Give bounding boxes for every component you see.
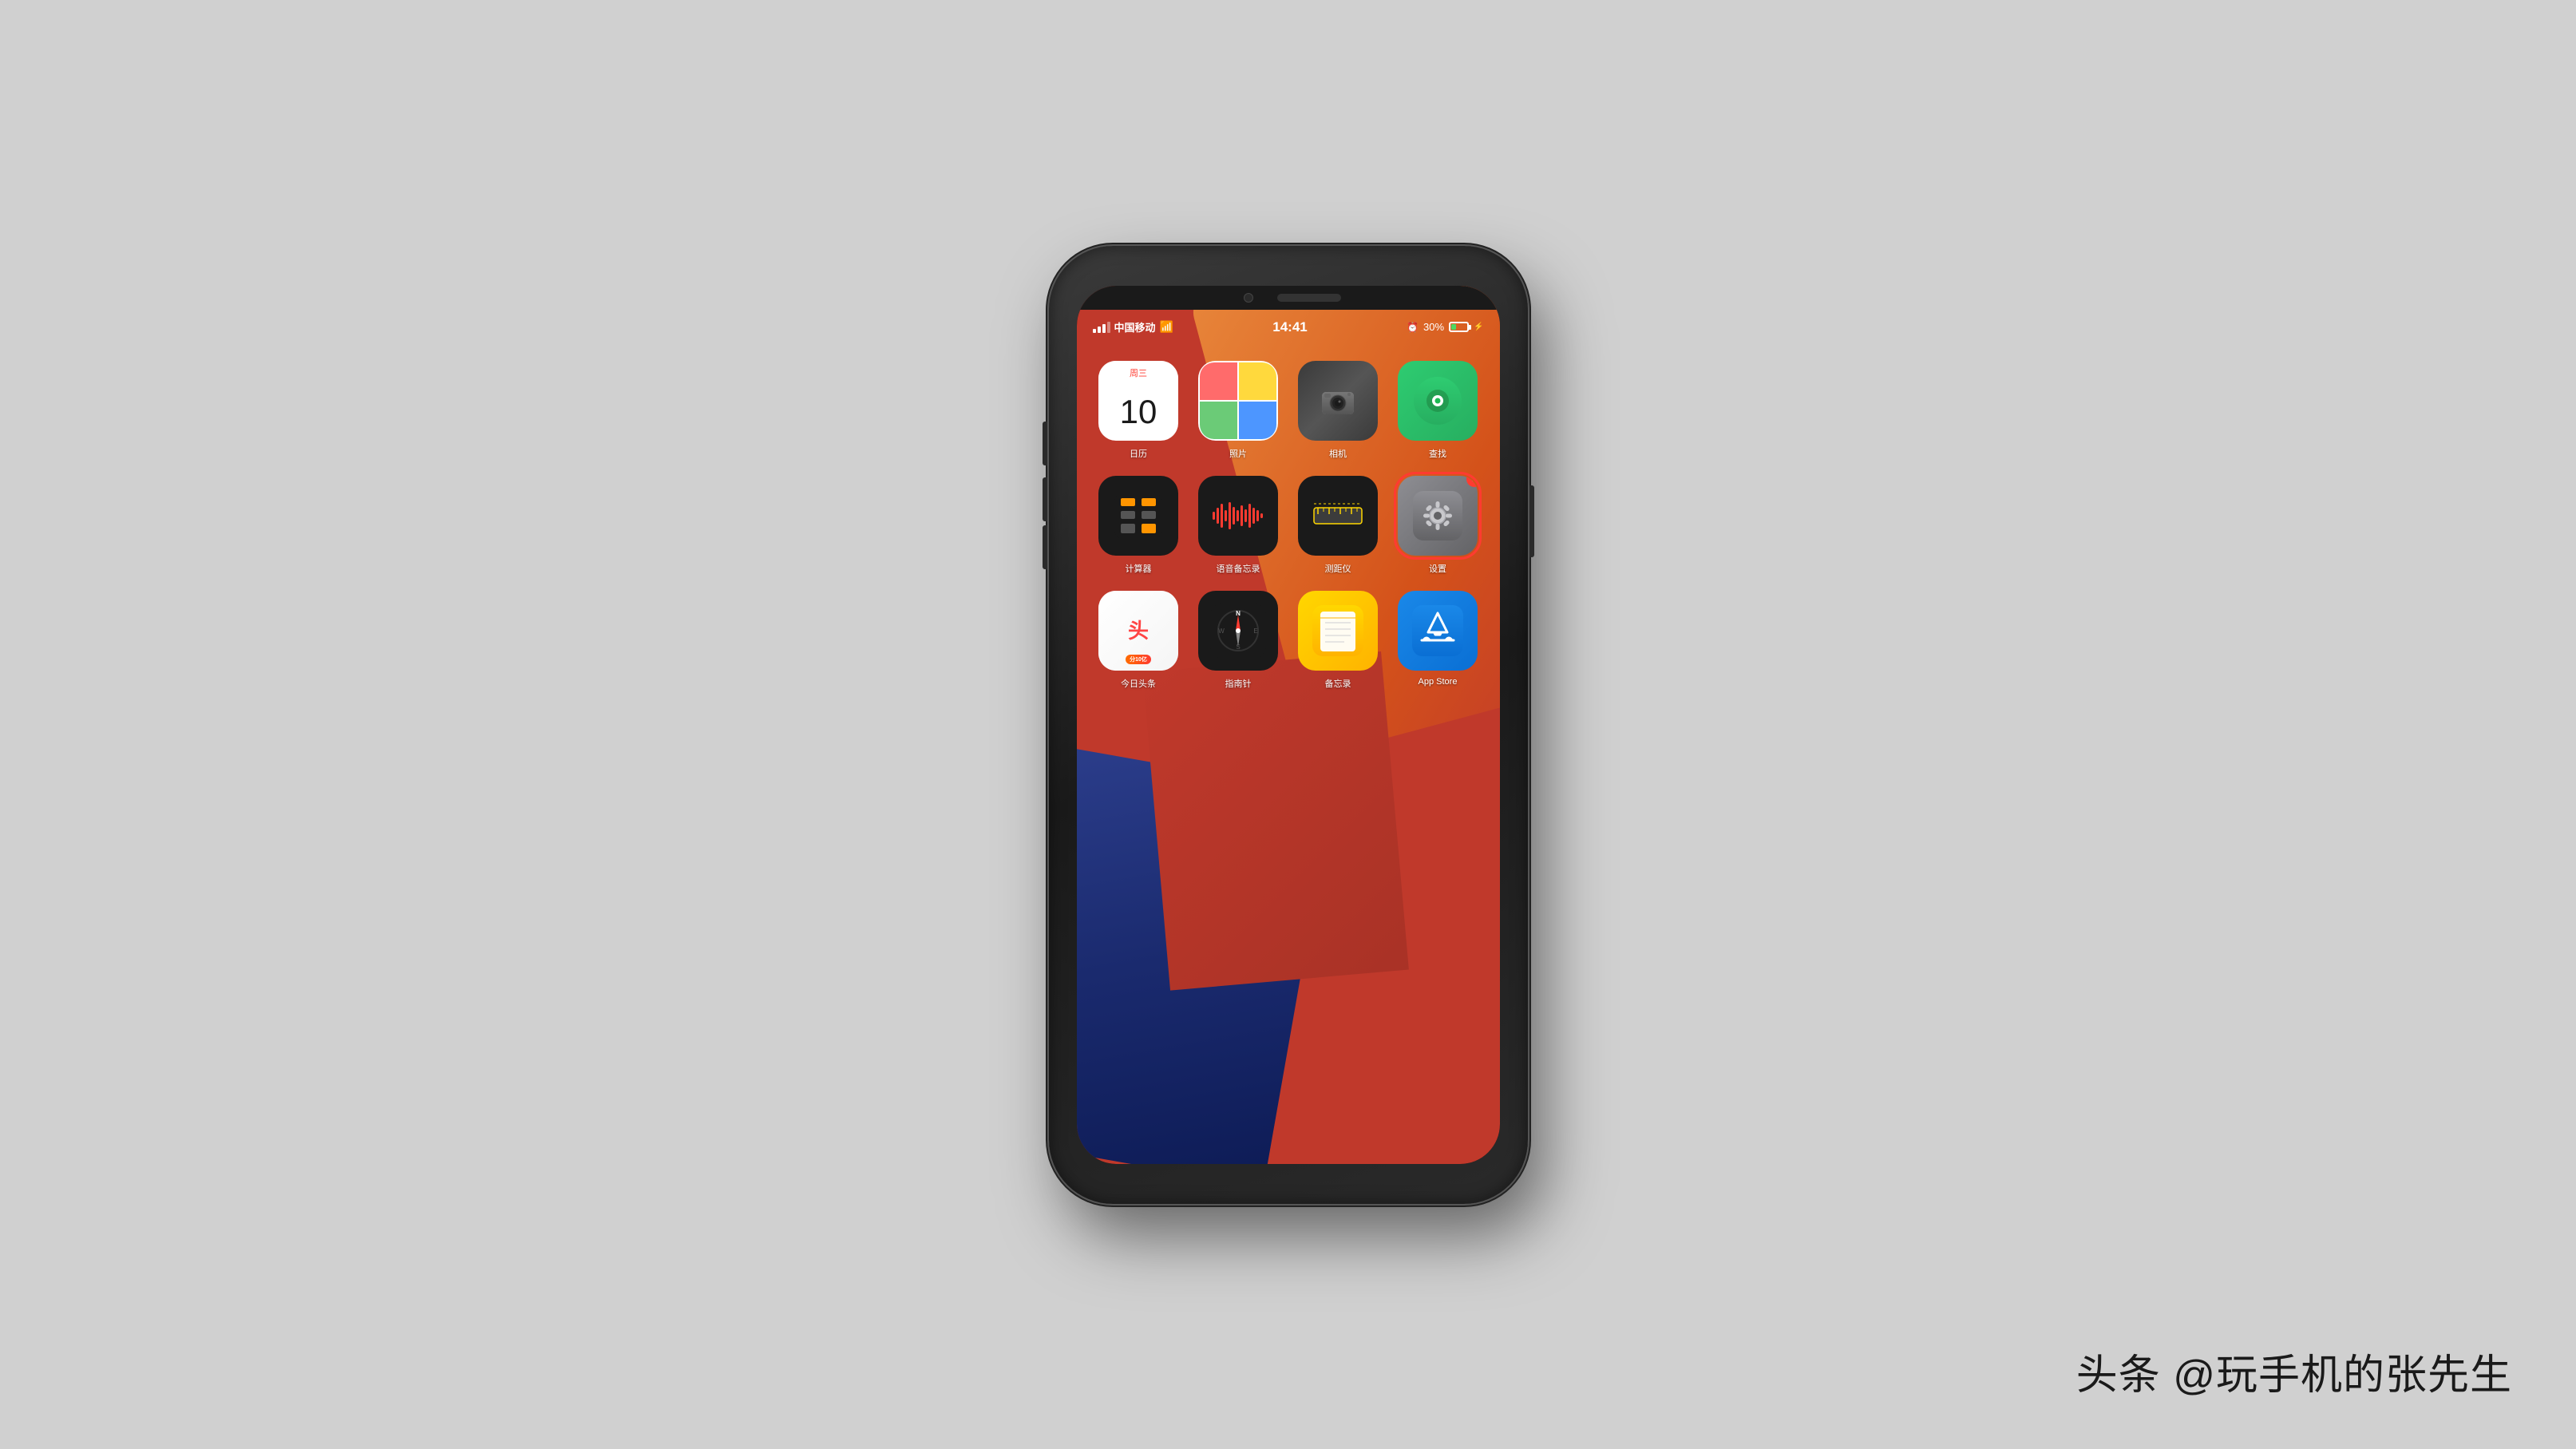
phone-screen: 中国移动 📶 14:41 ⏰ 30% ⚡ 周三 [1077,286,1500,1164]
app-icon-settings[interactable]: 1 [1398,476,1478,556]
measure-svg-icon [1310,492,1366,540]
time-display: 14:41 [1272,319,1307,335]
app-label-notes: 备忘录 [1325,677,1351,690]
carrier-label: 中国移动 [1114,319,1156,335]
battery-icon [1449,322,1469,332]
app-item-camera[interactable]: 相机 [1292,361,1384,460]
app-label-voice-memos: 语音备忘录 [1217,562,1260,575]
app-item-measure[interactable]: 测距仪 [1292,476,1384,575]
phone-body: 中国移动 📶 14:41 ⏰ 30% ⚡ 周三 [1049,246,1528,1204]
app-label-measure: 测距仪 [1325,562,1351,575]
voice-svg-icon [1210,496,1266,536]
svg-text:E: E [1253,628,1257,635]
phone-top-bar [1077,286,1500,310]
status-left: 中国移动 📶 [1093,319,1173,335]
wifi-icon: 📶 [1160,320,1173,334]
status-right: ⏰ 30% ⚡ [1407,321,1483,333]
bolt-icon: ⚡ [1474,323,1483,331]
app-icon-toutiao[interactable]: 头 分10亿 [1098,591,1178,671]
signal-icon [1093,322,1110,333]
app-icon-camera[interactable] [1298,361,1378,441]
camera-svg-icon [1318,381,1358,421]
app-label-calculator: 计算器 [1126,562,1152,575]
app-icon-notes[interactable] [1298,591,1378,671]
ios-screen: 中国移动 📶 14:41 ⏰ 30% ⚡ 周三 [1077,286,1500,1164]
toutiao-sub-badge: 分10亿 [1126,655,1151,664]
cal-date: 10 [1120,383,1157,441]
app-item-toutiao[interactable]: 头 分10亿 今日头条 [1093,591,1185,690]
settings-svg-icon [1413,491,1462,540]
app-icon-measure[interactable] [1298,476,1378,556]
watermark: 头条 @玩手机的张先生 [2076,1341,2512,1401]
battery-fill [1451,324,1456,330]
app-label-toutiao: 今日头条 [1121,677,1156,690]
app-label-compass: 指南针 [1225,677,1252,690]
app-label-find: 查找 [1429,447,1446,460]
app-item-calendar[interactable]: 周三 10 日历 [1093,361,1185,460]
app-icon-appstore[interactable] [1398,591,1478,671]
app-icon-photos[interactable] [1198,361,1278,441]
app-label-settings: 设置 [1429,562,1446,575]
app-grid: 周三 10 日历 照片 [1077,345,1500,690]
app-label-calendar: 日历 [1130,447,1147,460]
battery-percent: 30% [1423,321,1444,333]
app-label-appstore: App Store [1419,677,1458,687]
app-item-photos[interactable]: 照片 [1193,361,1284,460]
calculator-svg-icon [1114,492,1162,540]
app-label-camera: 相机 [1329,447,1347,460]
settings-badge: 1 [1466,476,1478,487]
app-icon-calculator[interactable] [1098,476,1178,556]
status-bar: 中国移动 📶 14:41 ⏰ 30% ⚡ [1077,310,1500,345]
app-item-appstore[interactable]: App Store [1392,591,1484,690]
notes-svg-icon [1312,605,1363,656]
app-icon-compass[interactable]: N S W E [1198,591,1278,671]
alarm-icon: ⏰ [1407,322,1419,333]
app-item-voice-memos[interactable]: 语音备忘录 [1193,476,1284,575]
app-item-compass[interactable]: N S W E 指南针 [1193,591,1284,690]
speaker [1277,294,1341,302]
app-item-notes[interactable]: 备忘录 [1292,591,1384,690]
find-svg-icon [1414,377,1462,425]
camera-dot [1244,293,1253,303]
cal-header: 周三 [1098,361,1178,383]
app-icon-voice-memos[interactable] [1198,476,1278,556]
app-icon-find[interactable] [1398,361,1478,441]
app-item-find[interactable]: 查找 [1392,361,1484,460]
appstore-svg-icon [1412,605,1463,656]
svg-text:W: W [1218,628,1225,635]
compass-svg-icon: N S W E [1210,603,1266,659]
app-item-calculator[interactable]: 计算器 [1093,476,1185,575]
app-icon-calendar[interactable]: 周三 10 [1098,361,1178,441]
app-label-photos: 照片 [1229,447,1247,460]
app-item-settings[interactable]: 1 [1392,476,1484,575]
